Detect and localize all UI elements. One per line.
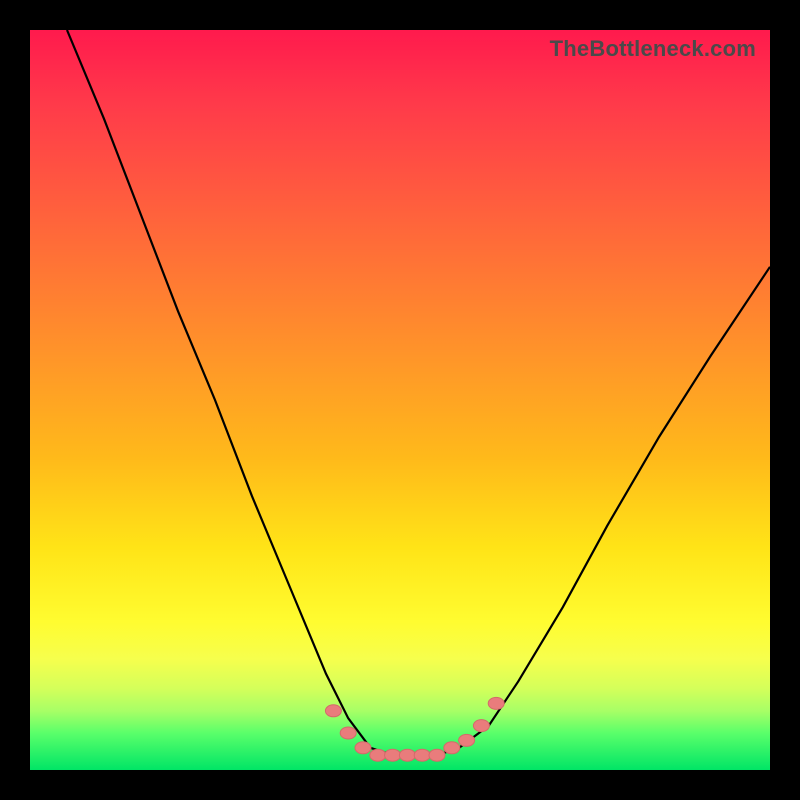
curve-marker bbox=[429, 749, 445, 761]
curve-marker bbox=[459, 734, 475, 746]
curve-marker bbox=[385, 749, 401, 761]
curve-marker bbox=[414, 749, 430, 761]
chart-frame: TheBottleneck.com bbox=[0, 0, 800, 800]
curve-layer bbox=[30, 30, 770, 770]
bottleneck-curve bbox=[67, 30, 770, 755]
curve-marker bbox=[399, 749, 415, 761]
curve-marker bbox=[340, 727, 356, 739]
curve-marker bbox=[325, 705, 341, 717]
marker-group bbox=[325, 697, 504, 761]
curve-marker bbox=[444, 742, 460, 754]
curve-marker bbox=[370, 749, 386, 761]
curve-marker bbox=[355, 742, 371, 754]
curve-marker bbox=[473, 720, 489, 732]
plot-area: TheBottleneck.com bbox=[30, 30, 770, 770]
curve-marker bbox=[488, 697, 504, 709]
